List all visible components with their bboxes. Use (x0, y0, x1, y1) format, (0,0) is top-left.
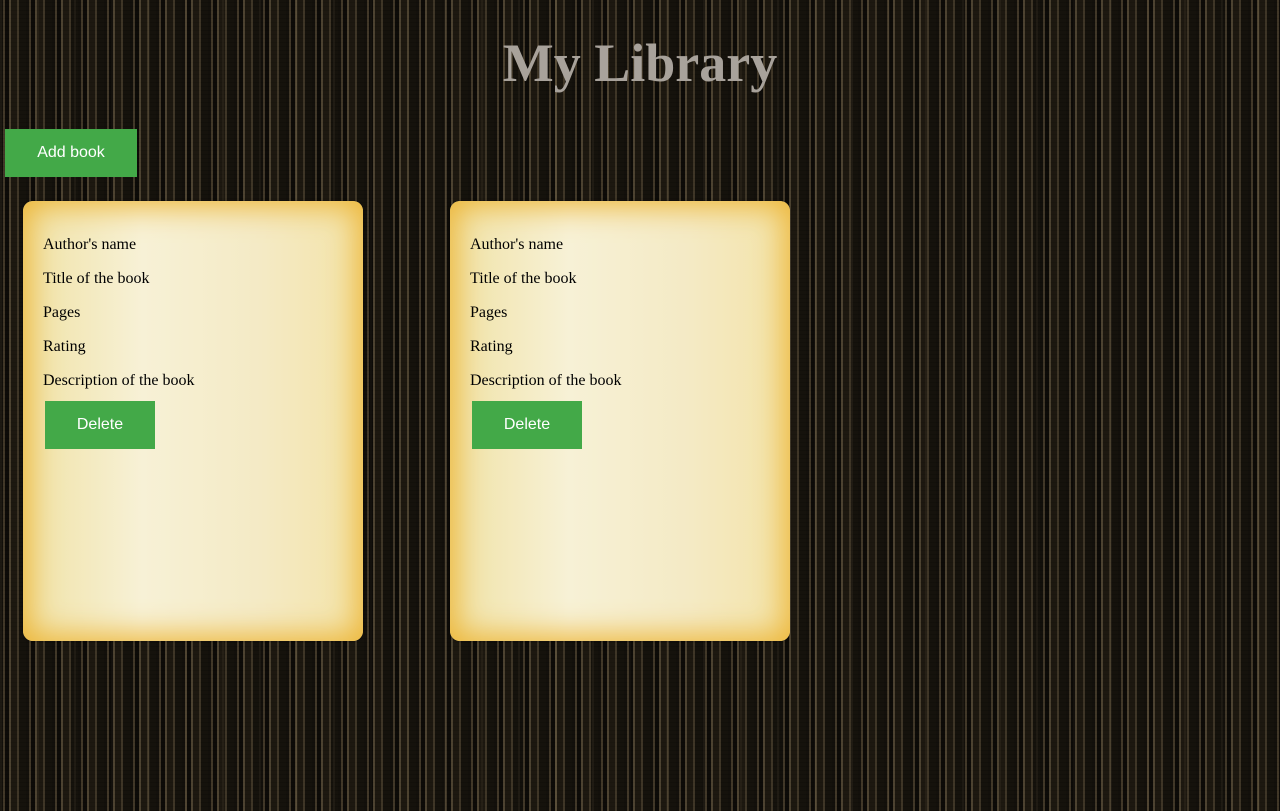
add-book-button[interactable]: Add book (5, 129, 137, 177)
book-description: Description of the book (470, 372, 622, 389)
delete-button[interactable]: Delete (472, 401, 582, 449)
book-pages: Pages (43, 304, 81, 321)
book-description: Description of the book (43, 372, 195, 389)
book-title: Title of the book (470, 270, 577, 287)
book-card: Author's name Title of the book Pages Ra… (450, 201, 790, 641)
page-title: My Library (0, 30, 1280, 96)
book-pages: Pages (470, 304, 508, 321)
book-rating: Rating (470, 338, 513, 355)
delete-button[interactable]: Delete (45, 401, 155, 449)
page-title-text: My Library (502, 33, 778, 93)
book-rating: Rating (43, 338, 86, 355)
book-author: Author's name (43, 236, 137, 253)
book-card: Author's name Title of the book Pages Ra… (23, 201, 363, 641)
book-title: Title of the book (43, 270, 150, 287)
book-author: Author's name (470, 236, 564, 253)
